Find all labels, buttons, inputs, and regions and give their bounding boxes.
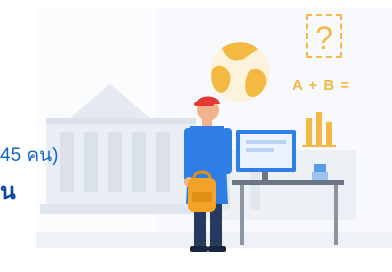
banner: ? A + B = 45 คน) น xyxy=(0,0,392,272)
question-icon: ? xyxy=(306,14,342,58)
globe-icon xyxy=(210,42,270,102)
participant-count-text: 45 คน) xyxy=(0,145,59,166)
formula-text: A + B = xyxy=(292,77,351,94)
banner-heading: น xyxy=(0,178,16,204)
desk-books xyxy=(312,164,328,180)
